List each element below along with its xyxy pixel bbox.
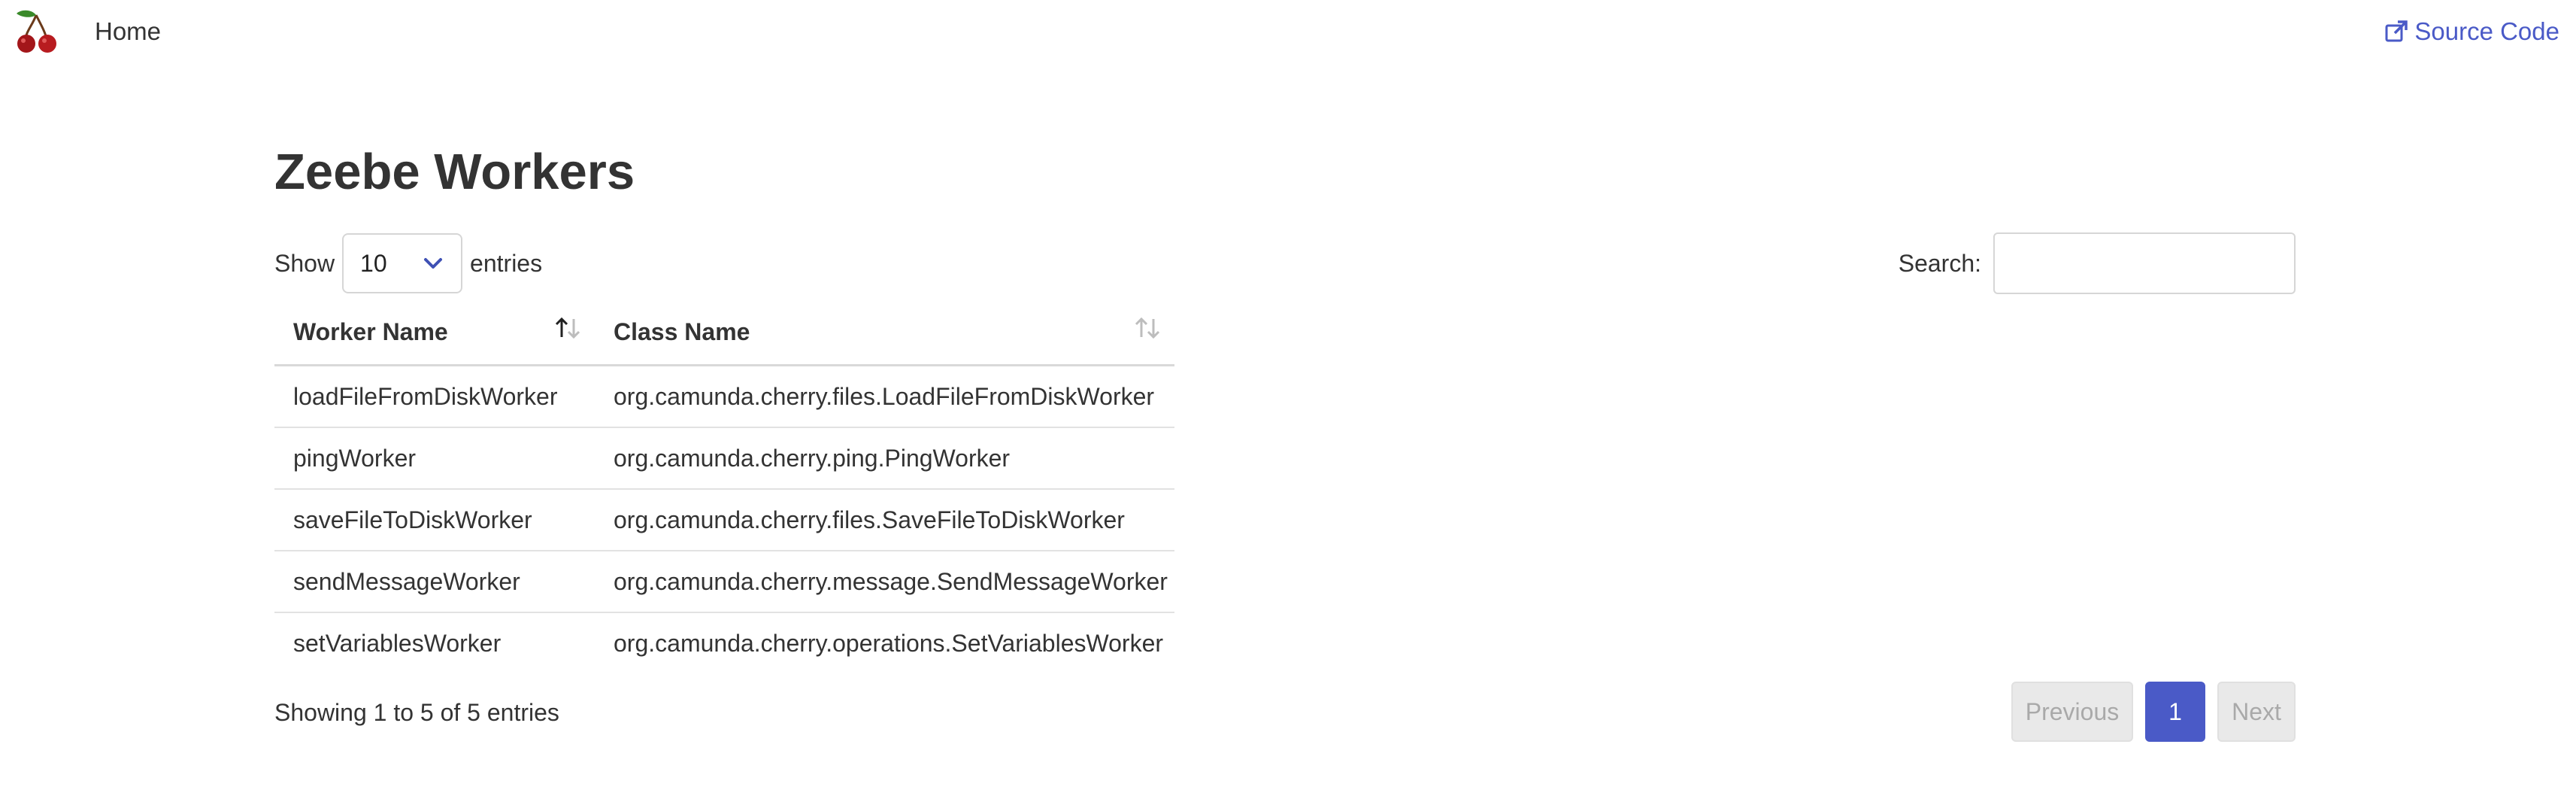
entries-length-control: Show 10 entries bbox=[274, 233, 542, 293]
external-link-icon bbox=[2385, 20, 2408, 42]
previous-page-button[interactable]: Previous bbox=[2011, 682, 2133, 742]
next-page-button[interactable]: Next bbox=[2217, 682, 2296, 742]
entries-per-page-select[interactable]: 10 bbox=[342, 233, 463, 293]
worker-name-cell: sendMessageWorker bbox=[274, 551, 595, 613]
table-row: pingWorker org.camunda.cherry.ping.PingW… bbox=[274, 427, 1174, 490]
table-header-row: Worker Name Class Name bbox=[274, 299, 1174, 366]
column-header-label: Worker Name bbox=[293, 317, 448, 345]
page-1-button[interactable]: 1 bbox=[2145, 682, 2205, 742]
worker-name-cell: loadFileFromDiskWorker bbox=[274, 365, 595, 428]
table-row: sendMessageWorker org.camunda.cherry.mes… bbox=[274, 551, 1174, 613]
column-header-label: Class Name bbox=[614, 317, 750, 345]
entries-label: entries bbox=[470, 249, 543, 277]
class-name-cell: org.camunda.cherry.files.LoadFileFromDis… bbox=[595, 365, 1174, 428]
worker-name-cell: setVariablesWorker bbox=[293, 629, 502, 657]
pagination: Previous 1 Next bbox=[2011, 682, 2296, 742]
column-header-worker-name[interactable]: Worker Name bbox=[274, 299, 595, 366]
search-label: Search: bbox=[1898, 249, 1981, 277]
show-label: Show bbox=[274, 249, 335, 277]
search-control: Search: bbox=[1898, 232, 2296, 294]
class-name-cell: org.camunda.cherry.message.SendMessageWo… bbox=[595, 551, 1174, 613]
nav-home-link[interactable]: Home bbox=[95, 15, 161, 48]
source-code-label: Source Code bbox=[2414, 17, 2559, 45]
class-name-cell: org.camunda.cherry.operations.SetVariabl… bbox=[614, 629, 1164, 657]
table-row: setVariablesWorker org.camunda.cherry.op… bbox=[274, 612, 1174, 673]
search-input[interactable] bbox=[1993, 232, 2296, 294]
column-header-class-name[interactable]: Class Name bbox=[595, 299, 1174, 366]
worker-name-cell: saveFileToDiskWorker bbox=[274, 489, 595, 551]
page-title: Zeebe Workers bbox=[274, 144, 635, 200]
top-navbar: Home Source Code bbox=[0, 0, 2576, 68]
entries-per-page-value: 10 bbox=[360, 249, 387, 277]
cherry-icon[interactable] bbox=[14, 8, 63, 54]
table-info-text: Showing 1 to 5 of 5 entries bbox=[274, 699, 559, 726]
chevron-down-icon bbox=[424, 258, 443, 269]
class-name-cell: org.camunda.cherry.files.SaveFileToDiskW… bbox=[595, 489, 1174, 551]
sort-ascending-icon bbox=[555, 317, 580, 339]
sort-unsorted-icon bbox=[1135, 317, 1160, 339]
table-row: saveFileToDiskWorker org.camunda.cherry.… bbox=[274, 489, 1174, 551]
class-name-cell: org.camunda.cherry.ping.PingWorker bbox=[595, 427, 1174, 490]
workers-table: Worker Name Class Name loadFileFromDiskW… bbox=[274, 299, 1174, 673]
worker-name-cell: pingWorker bbox=[274, 427, 595, 490]
source-code-link[interactable]: Source Code bbox=[2384, 15, 2559, 48]
table-row: loadFileFromDiskWorker org.camunda.cherr… bbox=[274, 365, 1174, 428]
